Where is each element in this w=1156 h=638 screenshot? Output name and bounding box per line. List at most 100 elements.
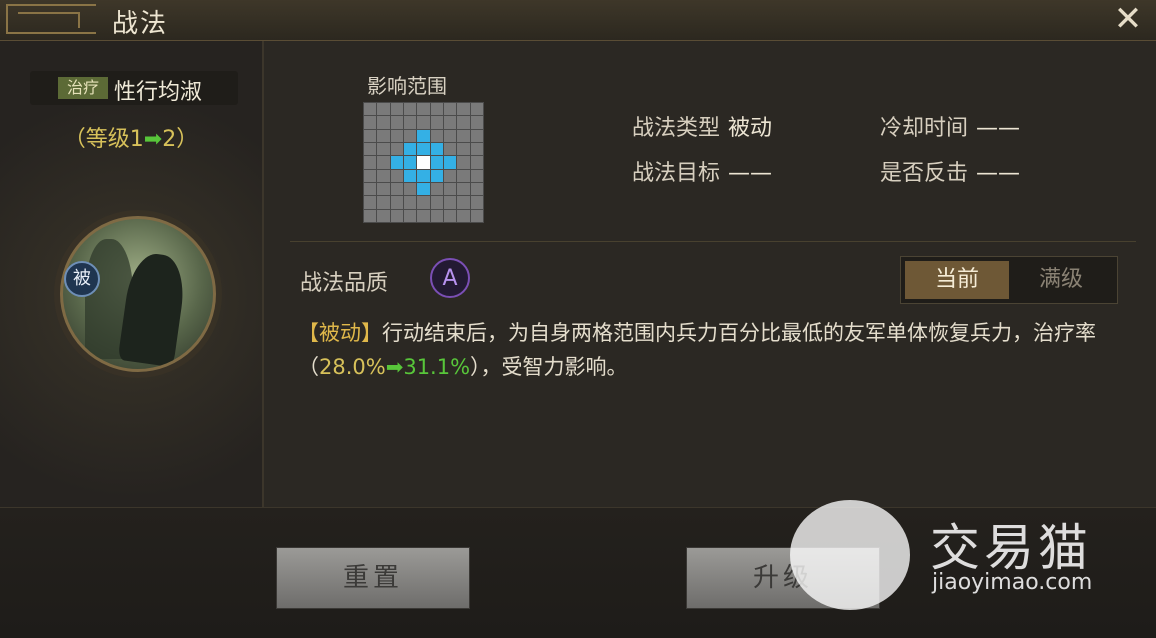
range-cell	[443, 182, 457, 196]
title-ornament	[6, 4, 96, 34]
range-cell	[377, 196, 390, 209]
range-cell-affected	[417, 142, 430, 156]
heal-rate-current: 28.0%	[319, 355, 386, 379]
range-cell	[417, 116, 430, 129]
skill-type-info: 战法类型 被动	[632, 110, 772, 142]
watermark: 交易猫 jiaoyimao.com	[790, 500, 1130, 620]
range-cell-affected	[403, 169, 417, 182]
range-cell	[390, 169, 403, 182]
level-prefix: （等级1	[63, 127, 144, 152]
range-cell	[470, 142, 483, 156]
range-cell	[390, 129, 403, 142]
range-cell	[364, 103, 377, 116]
cooldown-info: 冷却时间 ——	[880, 110, 1020, 142]
range-cell	[364, 129, 377, 142]
quality-label: 战法品质	[300, 271, 389, 296]
range-cell	[443, 169, 457, 182]
range-cell	[403, 196, 417, 209]
range-cell	[470, 103, 483, 116]
range-cell	[470, 116, 483, 129]
range-cell	[364, 196, 377, 209]
watermark-url: jiaoyimao.com	[932, 570, 1093, 595]
range-cell-affected	[443, 156, 457, 169]
range-label: 影响范围	[367, 74, 447, 98]
toggle-max-level[interactable]: 满级	[1009, 261, 1113, 299]
range-cell	[430, 209, 443, 222]
range-cell-affected	[403, 156, 417, 169]
range-cell	[377, 103, 390, 116]
range-cell	[430, 116, 443, 129]
skill-type-tag: 治疗	[58, 77, 108, 99]
title-bar: 战法 ✕	[0, 0, 1156, 41]
range-cell	[430, 103, 443, 116]
range-cell	[403, 103, 417, 116]
description-text-2: ），受智力影响。	[470, 355, 628, 379]
watermark-cat-logo	[790, 500, 910, 610]
range-cell	[443, 103, 457, 116]
range-cell	[403, 129, 417, 142]
skill-name-plate: 治疗 性行均淑	[30, 71, 238, 105]
range-cell	[417, 209, 430, 222]
counter-value: ——	[976, 161, 1021, 186]
range-cell	[377, 129, 390, 142]
description-tag: 【被动】	[298, 321, 382, 345]
range-cell	[403, 182, 417, 196]
range-cell	[364, 156, 377, 169]
passive-badge: 被	[64, 261, 100, 297]
skill-description: 【被动】行动结束后，为自身两格范围内兵力百分比最低的友军单体恢复兵力，治疗率（2…	[298, 316, 1128, 384]
range-cell	[443, 142, 457, 156]
range-cell	[390, 196, 403, 209]
range-cell	[390, 209, 403, 222]
range-cell	[470, 169, 483, 182]
range-cell	[457, 142, 470, 156]
range-cell-affected	[390, 156, 403, 169]
counter-info: 是否反击 ——	[880, 155, 1020, 187]
range-cell	[417, 103, 430, 116]
quality-grade-badge: A	[430, 258, 470, 298]
range-cell-affected	[417, 182, 430, 196]
range-cell	[470, 156, 483, 169]
range-cell	[377, 142, 390, 156]
range-cell	[457, 182, 470, 196]
range-cell	[457, 156, 470, 169]
range-cell-affected	[430, 156, 443, 169]
range-cell-affected	[403, 142, 417, 156]
range-cell	[364, 142, 377, 156]
range-cell	[364, 209, 377, 222]
range-cell	[377, 209, 390, 222]
range-cell-center	[417, 156, 430, 169]
range-cell	[390, 182, 403, 196]
range-cell	[470, 209, 483, 222]
skill-type-value: 被动	[728, 116, 773, 141]
level-view-toggle: 当前 满级	[900, 256, 1118, 304]
reset-button[interactable]: 重置	[276, 547, 470, 609]
range-cell	[403, 116, 417, 129]
range-cell	[443, 116, 457, 129]
cooldown-value: ——	[976, 116, 1021, 141]
range-cell	[457, 129, 470, 142]
range-cell	[377, 156, 390, 169]
toggle-current[interactable]: 当前	[905, 261, 1009, 299]
close-button[interactable]: ✕	[1110, 2, 1146, 38]
range-grid	[363, 102, 484, 223]
range-cell	[457, 116, 470, 129]
range-cell	[364, 169, 377, 182]
range-cell	[443, 129, 457, 142]
window-title: 战法	[112, 9, 169, 39]
range-cell-affected	[417, 129, 430, 142]
heal-rate-arrow-icon: ➡	[385, 355, 404, 379]
section-divider	[290, 241, 1136, 242]
range-cell	[457, 103, 470, 116]
range-cell	[390, 142, 403, 156]
range-cell-affected	[417, 169, 430, 182]
skill-type-label: 战法类型	[632, 116, 721, 141]
skill-panel: 治疗 性行均淑 （等级1➡2） 被	[0, 41, 262, 507]
panel-divider	[262, 41, 264, 507]
range-cell-affected	[430, 169, 443, 182]
skill-target-value: ——	[728, 161, 773, 186]
range-cell	[443, 209, 457, 222]
range-cell	[377, 116, 390, 129]
range-cell	[430, 196, 443, 209]
range-cell	[390, 116, 403, 129]
range-cell	[364, 182, 377, 196]
